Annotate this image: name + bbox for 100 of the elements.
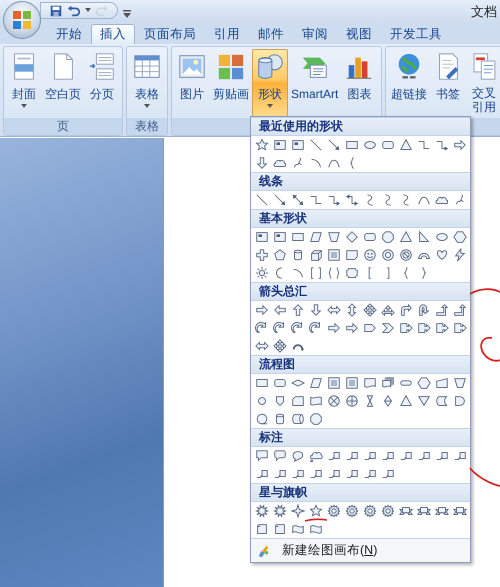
star-shape-icon[interactable] — [291, 504, 305, 518]
connector-shape-icon[interactable] — [327, 193, 341, 207]
donut-shape-icon[interactable] — [381, 248, 395, 262]
save-button[interactable] — [49, 4, 63, 18]
no-symbol-shape-icon[interactable] — [399, 248, 413, 262]
line-callout-shape-icon[interactable] — [381, 449, 395, 463]
arc-shape-icon[interactable] — [309, 156, 323, 170]
line-callout-shape-icon[interactable] — [363, 467, 377, 481]
rounded-rectangle-shape-icon[interactable] — [273, 376, 287, 390]
parallelogram-shape-icon[interactable] — [309, 230, 323, 244]
line-callout-shape-icon[interactable] — [435, 449, 449, 463]
line-callout-shape-icon[interactable] — [345, 467, 359, 481]
line-shape-icon[interactable] — [309, 138, 323, 152]
arrow-callout-shape-icon[interactable] — [435, 321, 449, 335]
pentagon-arrow-shape-icon[interactable] — [363, 321, 377, 335]
brackets-shape-icon[interactable] — [309, 266, 323, 280]
text-box-shape-icon[interactable] — [291, 138, 305, 152]
double-arrow-shape-icon[interactable] — [291, 193, 305, 207]
ribbon-tab[interactable]: 邮件 — [249, 24, 293, 44]
cylinder-shape-icon[interactable] — [273, 412, 287, 426]
circle-shape-icon[interactable] — [255, 412, 269, 426]
connector-shape-icon[interactable] — [345, 193, 359, 207]
line-callout-shape-icon[interactable] — [327, 449, 341, 463]
rectangle-shape-icon[interactable] — [291, 230, 305, 244]
line-callout-shape-icon[interactable] — [273, 467, 287, 481]
octagon-shape-icon[interactable] — [309, 412, 323, 426]
braces-shape-icon[interactable] — [327, 266, 341, 280]
cube-shape-icon[interactable] — [309, 248, 323, 262]
curved-arrow-shape-icon[interactable] — [309, 321, 323, 335]
line-callout-shape-icon[interactable] — [345, 449, 359, 463]
bent-arrow-shape-icon[interactable] — [399, 303, 413, 317]
ribbon-shape-icon[interactable] — [399, 504, 413, 518]
burst-shape-icon[interactable] — [273, 504, 287, 518]
bevel-shape-icon[interactable] — [327, 376, 341, 390]
left-arrow-shape-icon[interactable] — [273, 303, 287, 317]
connector-shape-icon[interactable] — [435, 138, 449, 152]
three-way-arrow-shape-icon[interactable] — [381, 303, 395, 317]
star-shape-icon[interactable] — [255, 138, 269, 152]
or-symbol-shape-icon[interactable] — [345, 394, 359, 408]
hexagon-shape-icon[interactable] — [453, 230, 467, 244]
ribbon-tab[interactable]: 审阅 — [293, 24, 337, 44]
right-arrow-shape-icon[interactable] — [453, 138, 467, 152]
trapezoid-shape-icon[interactable] — [453, 376, 467, 390]
rounded-rectangle-shape-icon[interactable] — [381, 138, 395, 152]
ribbon-button[interactable]: 表格 — [129, 49, 165, 117]
double-arrow-shape-icon[interactable] — [327, 303, 341, 317]
undo-button[interactable] — [67, 4, 81, 18]
octagon-shape-icon[interactable] — [381, 230, 395, 244]
u-turn-arrow-shape-icon[interactable] — [417, 303, 431, 317]
speech-callout-shape-icon[interactable] — [255, 449, 269, 463]
cylinder-shape-icon[interactable] — [291, 412, 305, 426]
seal-shape-icon[interactable] — [363, 504, 377, 518]
triangle-shape-icon[interactable] — [399, 138, 413, 152]
sun-shape-icon[interactable] — [255, 266, 269, 280]
ribbon-button[interactable]: 图表 — [341, 49, 378, 117]
connector-shape-icon[interactable] — [417, 138, 431, 152]
punched-tape-shape-icon[interactable] — [309, 394, 323, 408]
bent-arrow-shape-icon[interactable] — [435, 303, 449, 317]
seal-shape-icon[interactable] — [345, 504, 359, 518]
rectangle-shape-icon[interactable] — [255, 376, 269, 390]
scroll-shape-icon[interactable] — [273, 522, 287, 536]
four-way-arrow-shape-icon[interactable] — [273, 339, 287, 353]
hexagon-shape-icon[interactable] — [417, 376, 431, 390]
seal-shape-icon[interactable] — [327, 504, 341, 518]
cylinder-shape-icon[interactable] — [291, 248, 305, 262]
ribbon-tab[interactable]: 开始 — [47, 24, 91, 44]
star-shape-icon[interactable] — [309, 504, 323, 518]
ribbon-button[interactable]: 剪贴画 — [210, 49, 252, 117]
line-callout-shape-icon[interactable] — [255, 467, 269, 481]
office-button[interactable] — [3, 1, 41, 39]
double-arrow-shape-icon[interactable] — [345, 303, 359, 317]
four-way-arrow-shape-icon[interactable] — [363, 303, 377, 317]
curved-arrow-shape-icon[interactable] — [273, 321, 287, 335]
pentagon-shape-icon[interactable] — [273, 248, 287, 262]
rectangle-shape-icon[interactable] — [345, 138, 359, 152]
line-callout-shape-icon[interactable] — [417, 449, 431, 463]
document-shape-icon[interactable] — [363, 376, 377, 390]
curved-arrow-shape-icon[interactable] — [291, 321, 305, 335]
ribbon-shape-icon[interactable] — [453, 504, 467, 518]
seal-shape-icon[interactable] — [381, 504, 395, 518]
triangle-shape-icon[interactable] — [399, 394, 413, 408]
ribbon-button[interactable]: 超链接 — [388, 49, 430, 117]
ribbon-button[interactable]: 空白页 — [42, 49, 84, 117]
stored-data-shape-icon[interactable] — [435, 394, 449, 408]
arrow-callout-shape-icon[interactable] — [399, 321, 413, 335]
triangle-shape-icon[interactable] — [399, 230, 413, 244]
heart-shape-icon[interactable] — [435, 248, 449, 262]
ribbon-button[interactable]: 交叉引用 — [466, 49, 500, 117]
manual-input-shape-icon[interactable] — [435, 376, 449, 390]
down-arrow-shape-icon[interactable] — [309, 303, 323, 317]
chevron-shape-icon[interactable] — [381, 321, 395, 335]
connector-shape-icon[interactable] — [309, 193, 323, 207]
ribbon-button[interactable]: 图片 — [174, 49, 210, 117]
text-box-shape-icon[interactable] — [273, 138, 287, 152]
folded-corner-shape-icon[interactable] — [345, 248, 359, 262]
arrow-callout-shape-icon[interactable] — [417, 321, 431, 335]
line-callout-shape-icon[interactable] — [291, 467, 305, 481]
ribbon-tab[interactable]: 开发工具 — [381, 24, 451, 44]
summing-junction-shape-icon[interactable] — [327, 394, 341, 408]
scroll-shape-icon[interactable] — [255, 522, 269, 536]
